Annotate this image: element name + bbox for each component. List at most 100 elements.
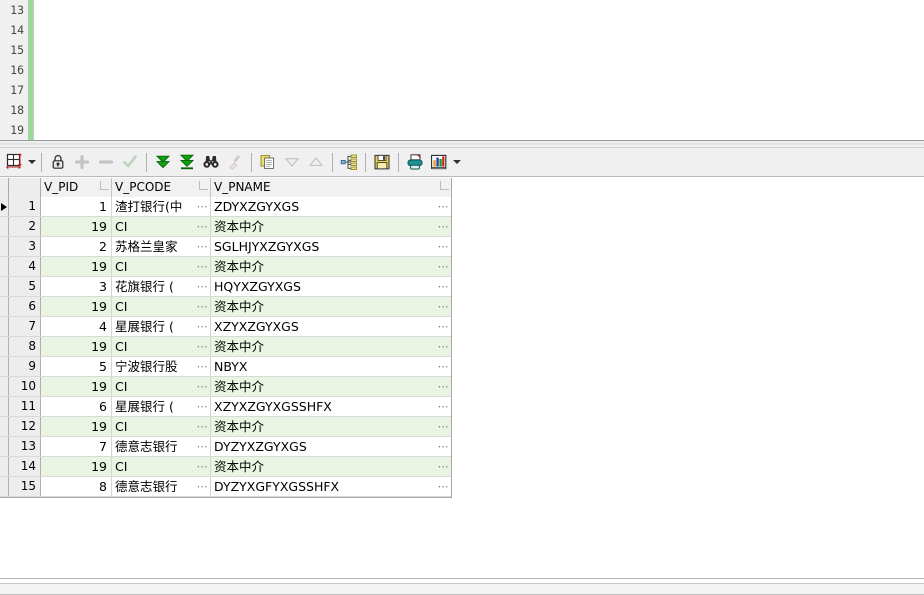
cell-v-pname[interactable]: DYZYXGFYXGSSHFX ⋯ xyxy=(211,477,451,496)
clear-filter-button[interactable] xyxy=(223,150,247,174)
cell-v-pid[interactable]: 5 xyxy=(41,357,112,376)
cell-v-pname[interactable]: 资本中介 ⋯ xyxy=(211,217,451,236)
cell-v-pcode[interactable]: 渣打银行(中 ⋯ xyxy=(112,197,211,216)
column-header-v-pid[interactable]: V_PID xyxy=(41,178,112,197)
cell-v-pname[interactable]: 资本中介 ⋯ xyxy=(211,257,451,276)
cell-v-pcode[interactable]: 星展银行 (⋯ xyxy=(112,317,211,336)
grid-body[interactable]: 1 1 渣打银行(中 ⋯ ZDYXZGYXGS ⋯ 2 19 CI ⋯ 资本中介 ⋯ 3 2 苏格兰皇家 ⋯ S… xyxy=(0,197,451,497)
cell-v-pcode[interactable]: 花旗银行 (⋯ xyxy=(112,277,211,296)
table-row[interactable]: 1 1 渣打银行(中 ⋯ ZDYXZGYXGS ⋯ xyxy=(0,197,451,217)
grid-layout-dropdown-arrow[interactable] xyxy=(26,150,37,174)
table-row[interactable]: 14 19 CI ⋯ 资本中介 ⋯ xyxy=(0,457,451,477)
copy-rows-button[interactable] xyxy=(256,150,280,174)
cell-v-pname[interactable]: 资本中介 ⋯ xyxy=(211,337,451,356)
row-selector[interactable] xyxy=(0,377,9,396)
row-selector[interactable] xyxy=(0,397,9,416)
row-selector[interactable] xyxy=(0,457,9,476)
lock-record-button[interactable] xyxy=(46,150,70,174)
sort-ascending-button[interactable] xyxy=(304,150,328,174)
table-row[interactable]: 5 3 花旗银行 (⋯ HQYXZGYXGS ⋯ xyxy=(0,277,451,297)
cell-v-pid[interactable]: 2 xyxy=(41,237,112,256)
cell-v-pcode[interactable]: CI ⋯ xyxy=(112,457,211,476)
row-selector[interactable] xyxy=(0,337,9,356)
cell-v-pid[interactable]: 19 xyxy=(41,257,112,276)
cell-v-pcode[interactable]: CI ⋯ xyxy=(112,377,211,396)
cell-v-pname[interactable]: ZDYXZGYXGS ⋯ xyxy=(211,197,451,216)
table-row[interactable]: 13 7 德意志银行 ⋯ DYZYXZGYXGS ⋯ xyxy=(0,437,451,457)
row-selector[interactable] xyxy=(0,237,9,256)
cell-v-pcode[interactable]: CI ⋯ xyxy=(112,297,211,316)
cell-v-pcode[interactable]: 苏格兰皇家 ⋯ xyxy=(112,237,211,256)
cell-v-pname[interactable]: XZYXZGYXGS ⋯ xyxy=(211,317,451,336)
row-selector[interactable] xyxy=(0,217,9,236)
sort-descending-button[interactable] xyxy=(280,150,304,174)
column-resize-grip[interactable] xyxy=(440,181,449,190)
table-row[interactable]: 9 5 宁波银行股 ⋯ NBYX ⋯ xyxy=(0,357,451,377)
table-row[interactable]: 7 4 星展银行 (⋯ XZYXZGYXGS ⋯ xyxy=(0,317,451,337)
row-selector[interactable] xyxy=(0,277,9,296)
cell-v-pid[interactable]: 7 xyxy=(41,437,112,456)
view-hierarchy-button[interactable] xyxy=(337,150,361,174)
cell-v-pcode[interactable]: 宁波银行股 ⋯ xyxy=(112,357,211,376)
cell-v-pid[interactable]: 1 xyxy=(41,197,112,216)
table-row[interactable]: 8 19 CI ⋯ 资本中介 ⋯ xyxy=(0,337,451,357)
cell-v-pname[interactable]: 资本中介 ⋯ xyxy=(211,457,451,476)
cell-v-pcode[interactable]: 星展银行 (⋯ xyxy=(112,397,211,416)
cell-v-pid[interactable]: 19 xyxy=(41,457,112,476)
chart-button[interactable] xyxy=(427,150,451,174)
table-row[interactable]: 10 19 CI ⋯ 资本中介 ⋯ xyxy=(0,377,451,397)
fetch-next-page-button[interactable] xyxy=(151,150,175,174)
cell-v-pcode[interactable]: CI ⋯ xyxy=(112,417,211,436)
column-header-v-pcode[interactable]: V_PCODE xyxy=(112,178,211,197)
cell-v-pcode[interactable]: 德意志银行 ⋯ xyxy=(112,477,211,496)
cell-v-pcode[interactable]: CI ⋯ xyxy=(112,257,211,276)
cell-v-pname[interactable]: 资本中介 ⋯ xyxy=(211,417,451,436)
cell-v-pcode[interactable]: CI ⋯ xyxy=(112,217,211,236)
cell-v-pid[interactable]: 4 xyxy=(41,317,112,336)
cell-v-pname[interactable]: 资本中介 ⋯ xyxy=(211,377,451,396)
pane-splitter[interactable] xyxy=(0,140,924,148)
cell-v-pid[interactable]: 8 xyxy=(41,477,112,496)
column-header-v-pname[interactable]: V_PNAME xyxy=(211,178,451,197)
row-selector[interactable] xyxy=(0,417,9,436)
table-row[interactable]: 6 19 CI ⋯ 资本中介 ⋯ xyxy=(0,297,451,317)
find-button[interactable] xyxy=(199,150,223,174)
column-resize-grip[interactable] xyxy=(100,181,109,190)
cell-v-pname[interactable]: XZYXZGYXGSSHFX ⋯ xyxy=(211,397,451,416)
table-row[interactable]: 12 19 CI ⋯ 资本中介 ⋯ xyxy=(0,417,451,437)
cell-v-pname[interactable]: SGLHJYXZGYXGS ⋯ xyxy=(211,237,451,256)
export-save-button[interactable] xyxy=(370,150,394,174)
row-selector[interactable] xyxy=(0,317,9,336)
cell-v-pid[interactable]: 19 xyxy=(41,217,112,236)
column-resize-grip[interactable] xyxy=(199,181,208,190)
print-data-button[interactable] xyxy=(403,150,427,174)
cell-v-pname[interactable]: DYZYXZGYXGS ⋯ xyxy=(211,437,451,456)
insert-record-button[interactable] xyxy=(70,150,94,174)
sql-editor-pane[interactable]: 13 14 15 16 17 18 19 select * from table… xyxy=(0,0,924,140)
cell-v-pid[interactable]: 3 xyxy=(41,277,112,296)
results-data-grid[interactable]: V_PID V_PCODE V_PNAME 1 1 渣打银行(中 ⋯ ZDYXZGYXG… xyxy=(0,178,452,498)
cell-v-pid[interactable]: 19 xyxy=(41,337,112,356)
table-row[interactable]: 11 6 星展银行 (⋯ XZYXZGYXGSSHFX ⋯ xyxy=(0,397,451,417)
cell-v-pname[interactable]: HQYXZGYXGS ⋯ xyxy=(211,277,451,296)
row-selector[interactable] xyxy=(0,477,9,496)
cell-v-pid[interactable]: 6 xyxy=(41,397,112,416)
cell-v-pcode[interactable]: 德意志银行 ⋯ xyxy=(112,437,211,456)
code-line[interactable] xyxy=(36,100,924,120)
grid-layout-button[interactable] xyxy=(2,150,26,174)
table-row[interactable]: 15 8 德意志银行 ⋯ DYZYXGFYXGSSHFX ⋯ xyxy=(0,477,451,497)
cell-v-pname[interactable]: 资本中介 ⋯ xyxy=(211,297,451,316)
cell-v-pname[interactable]: NBYX ⋯ xyxy=(211,357,451,376)
row-selector[interactable] xyxy=(0,297,9,316)
table-row[interactable]: 4 19 CI ⋯ 资本中介 ⋯ xyxy=(0,257,451,277)
cell-v-pid[interactable]: 19 xyxy=(41,377,112,396)
cell-v-pid[interactable]: 19 xyxy=(41,417,112,436)
cell-v-pcode[interactable]: CI ⋯ xyxy=(112,337,211,356)
post-changes-button[interactable] xyxy=(118,150,142,174)
chart-dropdown-arrow[interactable] xyxy=(451,150,462,174)
table-row[interactable]: 3 2 苏格兰皇家 ⋯ SGLHJYXZGYXGS ⋯ xyxy=(0,237,451,257)
delete-record-button[interactable] xyxy=(94,150,118,174)
row-selector[interactable] xyxy=(0,357,9,376)
code-line[interactable] xyxy=(36,40,924,60)
sql-code-text[interactable]: select * from table(refcursor_pkg.f_tran… xyxy=(36,0,924,140)
